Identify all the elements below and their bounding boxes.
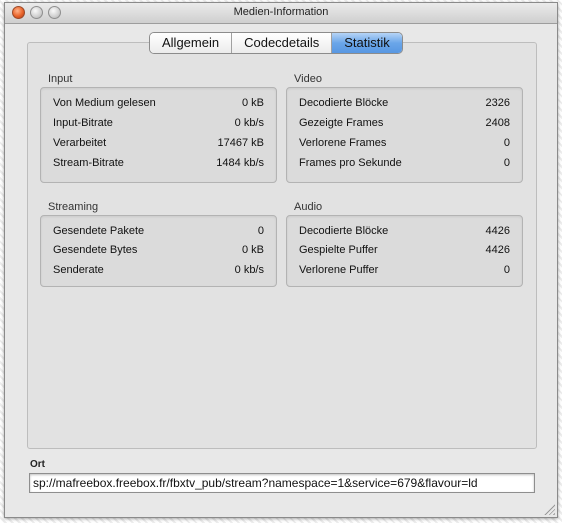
input-group: Von Medium gelesen 0 kB Input-Bitrate 0 … (40, 87, 277, 183)
stat-row: Verlorene Puffer 0 (299, 264, 510, 282)
stat-row: Decodierte Blöcke 2326 (299, 97, 510, 115)
section-label-video: Video (294, 73, 322, 85)
tab-bar: Allgemein Codecdetails Statistik (149, 32, 403, 54)
stat-label: Gespielte Puffer (299, 244, 378, 256)
stat-label: Verlorene Frames (299, 137, 387, 149)
stat-value: 0 (257, 225, 264, 237)
stat-value: 0 (503, 264, 510, 276)
stat-label: Verlorene Puffer (299, 264, 379, 276)
stat-value: 2326 (485, 97, 510, 109)
media-info-window: Medien-Information Allgemein Codecdetail… (4, 2, 558, 518)
stat-row: Von Medium gelesen 0 kB (53, 97, 264, 115)
stat-row: Decodierte Blöcke 4426 (299, 225, 510, 243)
stat-row: Gezeigte Frames 2408 (299, 117, 510, 135)
stat-label: Input-Bitrate (53, 117, 113, 129)
section-label-audio: Audio (294, 201, 323, 213)
window-title: Medien-Information (233, 6, 329, 18)
stat-value: 1484 kb/s (216, 157, 264, 169)
tab-allgemein[interactable]: Allgemein (150, 33, 233, 53)
stat-value: 4426 (485, 244, 510, 256)
stat-value: 4426 (485, 225, 510, 237)
stat-label: Decodierte Blöcke (299, 225, 389, 237)
stat-label: Decodierte Blöcke (299, 97, 389, 109)
video-group: Decodierte Blöcke 2326 Gezeigte Frames 2… (286, 87, 523, 183)
title-bar[interactable]: Medien-Information (5, 3, 557, 24)
stat-value: 2408 (485, 117, 510, 129)
stat-label: Gezeigte Frames (299, 117, 384, 129)
stat-label: Senderate (53, 264, 104, 276)
audio-group: Decodierte Blöcke 4426 Gespielte Puffer … (286, 215, 523, 287)
stat-value: 0 kB (241, 97, 264, 109)
streaming-group: Gesendete Pakete 0 Gesendete Bytes 0 kB … (40, 215, 277, 287)
stat-label: Frames pro Sekunde (299, 157, 402, 169)
stat-value: 0 (503, 137, 510, 149)
stat-label: Verarbeitet (53, 137, 107, 149)
stat-label: Stream-Bitrate (53, 157, 124, 169)
stat-row: Verarbeitet 17467 kB (53, 137, 264, 155)
stat-row: Stream-Bitrate 1484 kb/s (53, 157, 264, 175)
stat-row: Gesendete Pakete 0 (53, 225, 264, 243)
stat-row: Input-Bitrate 0 kb/s (53, 117, 264, 135)
section-label-streaming: Streaming (48, 201, 99, 213)
stat-row: Gespielte Puffer 4426 (299, 244, 510, 262)
stat-row: Senderate 0 kb/s (53, 264, 264, 282)
stat-label: Von Medium gelesen (53, 97, 156, 109)
stat-value: 0 kB (241, 244, 264, 256)
section-label-input: Input (48, 73, 73, 85)
stat-label: Gesendete Bytes (53, 244, 138, 256)
stat-row: Gesendete Bytes 0 kB (53, 244, 264, 262)
stat-label: Gesendete Pakete (53, 225, 145, 237)
tab-statistik[interactable]: Statistik (332, 33, 402, 53)
location-field[interactable]: sp://mafreebox.freebox.fr/fbxtv_pub/stre… (29, 473, 535, 493)
stat-row: Verlorene Frames 0 (299, 137, 510, 155)
tab-codecdetails[interactable]: Codecdetails (232, 33, 333, 53)
stat-value: 0 kb/s (234, 264, 264, 276)
resize-grip-icon[interactable] (544, 504, 555, 515)
stat-row: Frames pro Sekunde 0 (299, 157, 510, 175)
stat-value: 0 (503, 157, 510, 169)
stat-value: 17467 kB (217, 137, 264, 149)
location-label: Ort (30, 459, 45, 470)
stat-value: 0 kb/s (234, 117, 264, 129)
